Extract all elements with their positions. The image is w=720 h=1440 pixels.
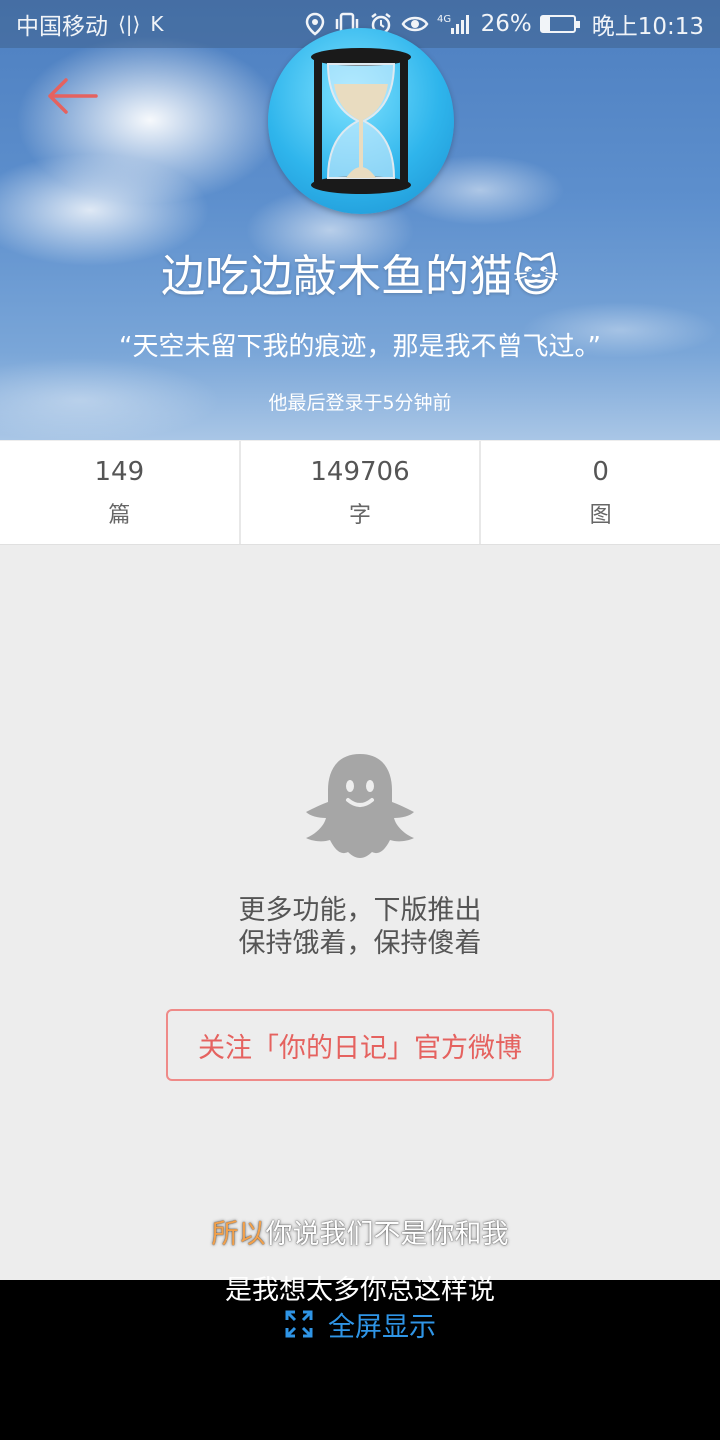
lyric-line-2: 是我想太多你总这样说 xyxy=(225,1275,495,1306)
screen: 中国移动 ⟨|⟩ K 4G 26% 晚上10:13 边吃边敲木鱼的猫😺 “天空未… xyxy=(0,0,720,1440)
ghost-icon xyxy=(306,754,414,858)
battery-percent: 26% xyxy=(480,11,532,37)
back-button[interactable] xyxy=(42,72,102,120)
lyric-rest: 你说我们不是你和我 xyxy=(265,1219,509,1250)
user-name: 边吃边敲木鱼的猫😺 xyxy=(161,251,559,302)
stat-articles[interactable]: 149 篇 xyxy=(0,441,241,544)
k-icon: K xyxy=(150,12,164,36)
stat-label: 字 xyxy=(349,502,372,528)
back-arrow-icon xyxy=(48,78,98,114)
avatar[interactable] xyxy=(268,28,454,214)
empty-line-2: 保持饿着，保持傻着 xyxy=(238,928,482,959)
stat-words[interactable]: 149706 字 xyxy=(241,441,482,544)
stats-bar: 149 篇 149706 字 0 图 xyxy=(0,441,720,545)
lyric-highlight: 所以 xyxy=(211,1219,266,1250)
stat-label: 图 xyxy=(589,502,612,528)
svg-text:4G: 4G xyxy=(437,14,451,25)
empty-message: 更多功能，下版推出 保持饿着，保持傻着 xyxy=(0,894,720,960)
stat-value: 149706 xyxy=(310,456,410,487)
stat-value: 0 xyxy=(592,456,609,487)
follow-weibo-button[interactable]: 关注「你的日记」官方微博 xyxy=(166,1009,554,1081)
hourglass-icon xyxy=(311,48,411,194)
expand-icon xyxy=(285,1310,313,1338)
stat-label: 篇 xyxy=(108,502,131,528)
nfc-icon: ⟨|⟩ xyxy=(118,12,141,36)
battery-icon xyxy=(539,15,580,33)
lyric-line-1: 所以你说我们不是你和我 xyxy=(0,1212,720,1251)
fullscreen-button[interactable]: 全屏显示 xyxy=(0,1304,720,1344)
clock: 晚上10:13 xyxy=(591,14,704,40)
profile-header: 中国移动 ⟨|⟩ K 4G 26% 晚上10:13 边吃边敲木鱼的猫😺 “天空未… xyxy=(0,0,720,440)
stat-value: 149 xyxy=(94,456,145,487)
battery-level-fill xyxy=(541,17,551,31)
carrier-label: 中国移动 xyxy=(16,14,108,40)
empty-line-1: 更多功能，下版推出 xyxy=(238,895,482,926)
stat-images[interactable]: 0 图 xyxy=(481,441,720,544)
fullscreen-label: 全屏显示 xyxy=(328,1311,436,1343)
user-motto: “天空未留下我的痕迹，那是我不曾飞过。” xyxy=(119,332,601,362)
last-login-text: 他最后登录于5分钟前 xyxy=(268,392,452,414)
